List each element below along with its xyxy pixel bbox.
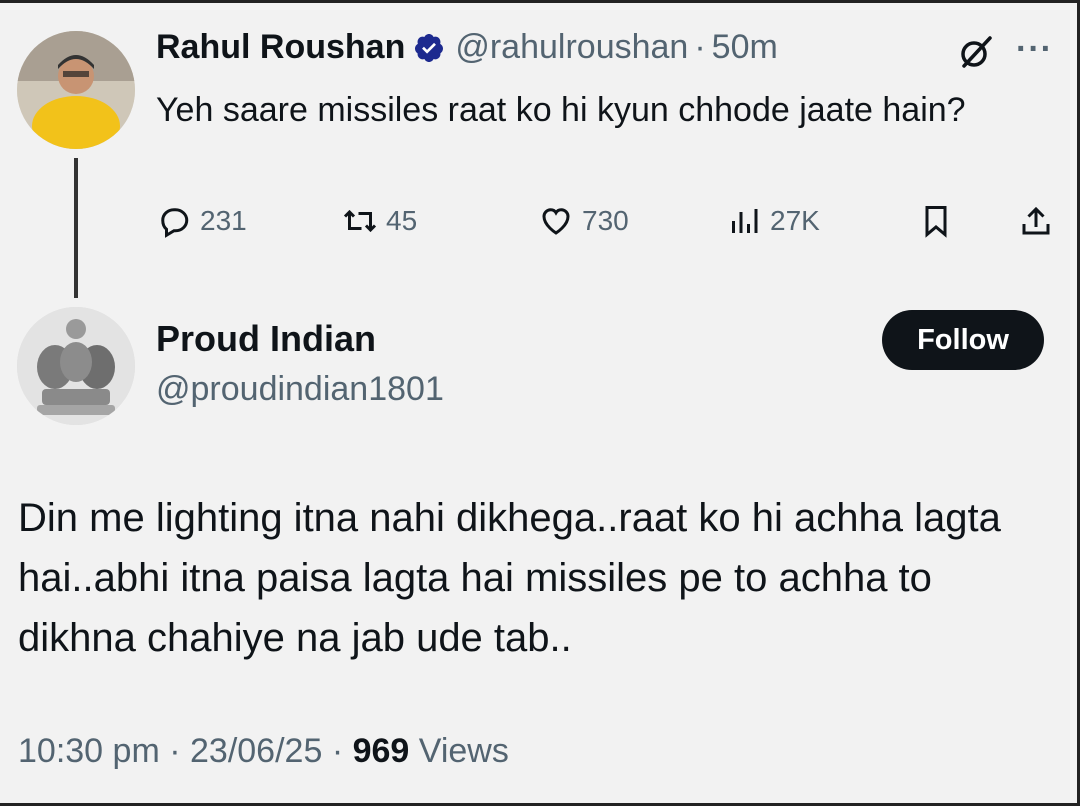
- avatar[interactable]: [17, 31, 135, 149]
- reply-metadata: 10:30 pm · 23/06/25 · 969 Views: [18, 732, 509, 771]
- views-icon: [732, 209, 758, 233]
- separator-dot: ·: [694, 28, 706, 66]
- reply-author-name[interactable]: Proud Indian: [156, 318, 376, 360]
- author-handle[interactable]: @rahulroushan: [455, 28, 688, 67]
- repost-action[interactable]: 45: [342, 196, 417, 246]
- reply-count: 231: [200, 205, 247, 236]
- like-action[interactable]: 730: [538, 196, 629, 246]
- reply-author-handle[interactable]: @proudindian1801: [156, 370, 444, 409]
- like-count: 730: [582, 205, 629, 236]
- reply-text: Din me lighting itna nahi dikhega..raat …: [18, 496, 1001, 660]
- reply-icon: [161, 208, 189, 238]
- more-icon[interactable]: ···: [1016, 30, 1053, 69]
- separator-dot: ·: [331, 732, 344, 770]
- reply-action[interactable]: 231: [156, 196, 247, 246]
- views-count: 27K: [770, 205, 820, 236]
- like-icon: [542, 208, 570, 235]
- reply-views-label: Views: [418, 732, 509, 770]
- author-name[interactable]: Rahul Roushan: [156, 28, 405, 67]
- reply-views-count: 969: [352, 732, 410, 770]
- separator-dot: ·: [169, 732, 181, 770]
- repost-icon: [343, 209, 377, 233]
- avatar[interactable]: [17, 307, 135, 425]
- tweet-actions: 231 45 730 27K: [156, 196, 1066, 246]
- verified-badge-icon: [415, 33, 444, 62]
- share-icon: [1022, 206, 1050, 235]
- views-action[interactable]: 27K: [726, 196, 820, 246]
- share-action[interactable]: [1018, 196, 1062, 246]
- tweet-header: Rahul Roushan @rahulroushan · 50m: [156, 28, 778, 67]
- thread-connector-line: [74, 158, 78, 298]
- tweet-time[interactable]: 50m: [712, 28, 778, 67]
- reply-time[interactable]: 10:30 pm: [18, 732, 160, 770]
- bookmark-icon: [925, 206, 947, 238]
- repost-count: 45: [386, 205, 418, 236]
- follow-button[interactable]: Follow: [882, 310, 1044, 370]
- tweet-text: Yeh saare missiles raat ko hi kyun chhod…: [156, 91, 966, 129]
- grok-icon[interactable]: [956, 32, 996, 72]
- reply-date[interactable]: 23/06/25: [190, 732, 322, 770]
- bookmark-action[interactable]: [918, 196, 962, 246]
